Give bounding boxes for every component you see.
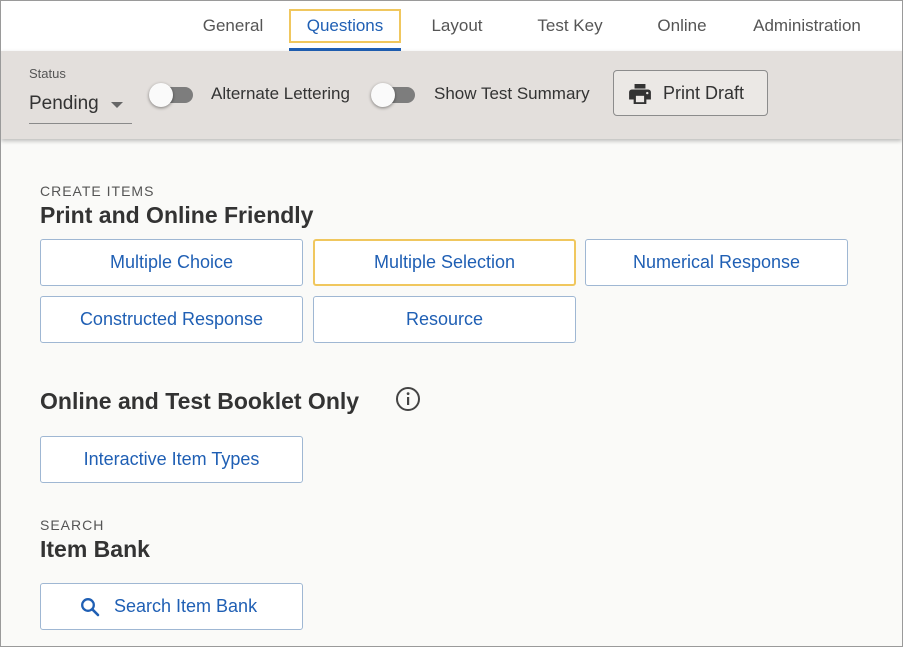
multiple-selection-button[interactable]: Multiple Selection bbox=[313, 239, 576, 286]
resource-button[interactable]: Resource bbox=[313, 296, 576, 343]
multiple-choice-button[interactable]: Multiple Choice bbox=[40, 239, 303, 286]
online-booklet-heading: Online and Test Booklet Only bbox=[40, 388, 360, 414]
print-draft-button[interactable]: Print Draft bbox=[613, 70, 768, 116]
tab-general[interactable]: General bbox=[197, 1, 269, 51]
constructed-response-button[interactable]: Constructed Response bbox=[40, 296, 303, 343]
tab-online[interactable]: Online bbox=[649, 1, 715, 51]
status-select[interactable]: Pending bbox=[29, 87, 132, 124]
search-item-bank-label: Search Item Bank bbox=[114, 596, 258, 616]
search-overline: SEARCH bbox=[40, 517, 105, 533]
show-test-summary-label: Show Test Summary bbox=[434, 84, 590, 103]
toolbar: Status Pending Alternate Lettering Show … bbox=[1, 51, 902, 139]
status-value: Pending bbox=[29, 93, 99, 114]
interactive-item-types-button[interactable]: Interactive Item Types bbox=[40, 436, 303, 483]
show-test-summary-toggle[interactable] bbox=[371, 83, 419, 107]
info-icon[interactable] bbox=[395, 386, 421, 412]
tab-layout[interactable]: Layout bbox=[425, 1, 489, 51]
search-icon bbox=[81, 598, 100, 617]
toggle-knob bbox=[149, 83, 173, 107]
tab-questions[interactable]: Questions bbox=[291, 1, 399, 51]
create-items-overline: CREATE ITEMS bbox=[40, 183, 155, 199]
tab-test-key[interactable]: Test Key bbox=[529, 1, 611, 51]
chevron-down-icon bbox=[111, 102, 123, 108]
tab-administration[interactable]: Administration bbox=[741, 1, 873, 51]
print-online-heading: Print and Online Friendly bbox=[40, 202, 314, 228]
print-draft-label: Print Draft bbox=[663, 83, 745, 103]
numerical-response-button[interactable]: Numerical Response bbox=[585, 239, 848, 286]
printer-icon bbox=[629, 84, 651, 104]
toggle-knob bbox=[371, 83, 395, 107]
tab-bar: General Questions Layout Test Key Online… bbox=[1, 1, 902, 51]
alternate-lettering-label: Alternate Lettering bbox=[211, 84, 350, 103]
search-item-bank-button[interactable]: Search Item Bank bbox=[40, 583, 303, 630]
item-bank-heading: Item Bank bbox=[40, 536, 150, 562]
app-frame: General Questions Layout Test Key Online… bbox=[0, 0, 903, 647]
alternate-lettering-toggle[interactable] bbox=[149, 83, 197, 107]
status-label: Status bbox=[29, 66, 66, 81]
